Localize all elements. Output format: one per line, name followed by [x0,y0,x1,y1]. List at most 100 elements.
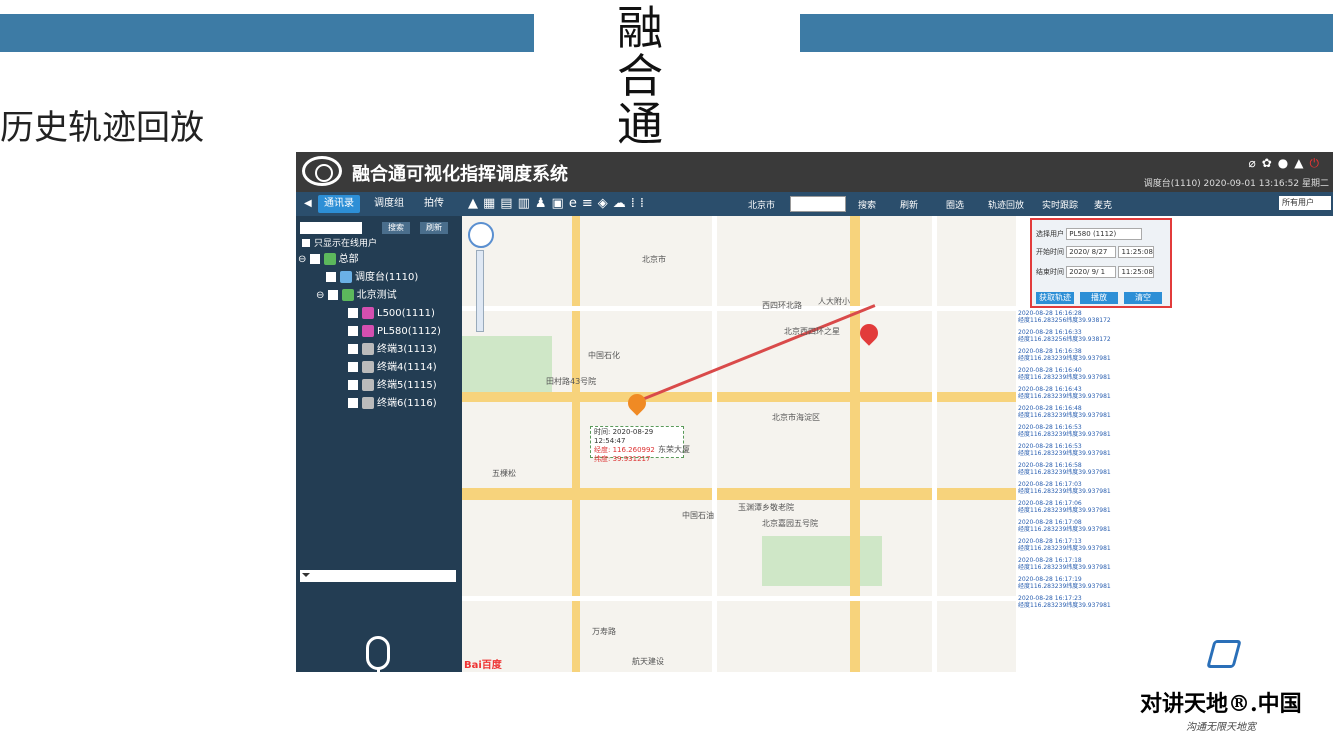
select-button[interactable]: 圈选 [946,198,964,211]
gear-icon[interactable]: ✿ [1262,156,1278,170]
city-label: 北京市 [748,201,776,211]
poi-label: 航天建设 [632,657,664,666]
poi-label: 中国石油 [682,511,714,520]
fetch-track-button[interactable]: 获取轨迹 [1036,292,1074,304]
log-coords: 经度116.283239纬度39.937981 [1018,412,1111,419]
search-button[interactable]: 搜索 [858,198,876,211]
tree-item-terminal[interactable]: PL580(1112) [348,324,441,340]
clear-button[interactable]: 清空 [1124,292,1162,304]
app-logo-icon [302,156,342,186]
map-attribution: Bai百度 [464,660,502,671]
tree-item-terminal[interactable]: 终端6(1116) [348,396,437,412]
map-tool-icons[interactable]: ▲▦▤▥♟▣e≡◈☁⁞⁞ [468,196,649,211]
power-icon[interactable]: ⏻ [1310,156,1326,170]
user-offline-icon [362,379,374,391]
city-search-input[interactable] [790,196,846,212]
log-entry: 2020-08-28 16:16:53 经度116.283239纬度39.9379… [1018,424,1168,438]
contact-search-button[interactable]: 搜索 [382,222,410,234]
minimize-icon[interactable]: ● [1278,156,1294,170]
park-area [462,336,552,396]
log-entry: 2020-08-28 16:17:19 经度116.283239纬度39.9379… [1018,576,1168,590]
log-entry: 2020-08-28 16:17:06 经度116.283239纬度39.9379… [1018,500,1168,514]
start-time-field[interactable]: 11:25:08 [1118,246,1155,258]
user-offline-icon [362,361,374,373]
window-controls[interactable]: ⌀✿●▲⏻ [1248,156,1325,171]
contact-refresh-button[interactable]: 刷新 [420,222,448,234]
log-coords: 经度116.283239纬度39.937981 [1018,507,1111,514]
log-time: 2020-08-28 16:17:08 [1018,519,1082,526]
log-time: 2020-08-28 16:17:03 [1018,481,1082,488]
log-coords: 经度116.283239纬度39.937981 [1018,583,1111,590]
log-time: 2020-08-28 16:16:53 [1018,443,1082,450]
log-entry: 2020-08-28 16:16:53 经度116.283239纬度39.9379… [1018,443,1168,457]
poi-label: 北京嘉园五号院 [762,519,818,528]
end-time-field[interactable]: 11:25:08 [1118,266,1155,278]
user-select[interactable]: PL580 (1112) [1066,228,1143,240]
online-only-checkbox[interactable]: 只显示在线用户 [302,236,377,252]
tab-groups[interactable]: 调度组 [368,195,410,213]
tree-item-terminal[interactable]: 终端3(1113) [348,342,437,358]
log-time: 2020-08-28 16:17:13 [1018,538,1082,545]
brand-logo: 对讲天地®.中国 沟通无限天地宽 [1140,640,1330,740]
tree-item-beijing[interactable]: ⊖ 北京测试 [316,288,397,304]
monitor-icon [340,271,352,283]
chat-icon: ☁ [612,196,631,211]
log-time: 2020-08-28 16:16:33 [1018,329,1082,336]
log-entry: 2020-08-28 16:17:13 经度116.283239纬度39.9379… [1018,538,1168,552]
user-filter-select[interactable]: 所有用户 [1279,196,1331,210]
log-entry: 2020-08-28 16:16:38 经度116.283239纬度39.9379… [1018,348,1168,362]
end-marker-icon[interactable] [856,320,882,346]
header-bar-right [800,14,1333,52]
poi-label: 五棵松 [492,469,516,478]
brand-slogan: 沟通无限天地宽 [1186,722,1256,733]
zoom-slider[interactable] [476,250,484,332]
settings-icon: ≡ [581,196,598,211]
log-entry: 2020-08-28 16:16:43 经度116.283239纬度39.9379… [1018,386,1168,400]
microphone-icon[interactable] [366,636,390,672]
poi-label: 人大附小 [818,297,850,306]
log-entry: 2020-08-28 16:17:23 经度116.283239纬度39.9379… [1018,595,1168,609]
log-time: 2020-08-28 16:16:53 [1018,424,1082,431]
lock-icon[interactable]: ▲ [1294,156,1309,170]
tree-item-terminal[interactable]: 终端5(1115) [348,378,437,394]
log-time: 2020-08-28 16:16:48 [1018,405,1082,412]
page-title: 融合通 [617,4,663,146]
compass-icon[interactable]: ⌀ [1248,156,1261,170]
end-date-field[interactable]: 2020/ 9/ 1 [1066,266,1117,278]
tree-item-terminal[interactable]: L500(1111) [348,306,435,322]
log-coords: 经度116.283239纬度39.937981 [1018,526,1111,533]
log-time: 2020-08-28 16:17:23 [1018,595,1082,602]
tree-item-terminal[interactable]: 终端4(1114) [348,360,437,376]
realtime-track-button[interactable]: 实时跟踪 [1042,198,1078,211]
map-view[interactable]: 时间: 2020-08-29 12:54:47 经度: 116.260992 纬… [462,216,1016,672]
log-entry: 2020-08-28 16:16:40 经度116.283239纬度39.9379… [1018,367,1168,381]
status-text: 调度台(1110) 2020-09-01 13:16:52 星期二 [1143,179,1329,189]
brand-mark-icon [1206,640,1242,668]
start-date-field[interactable]: 2020/ 8/27 [1066,246,1117,258]
sidebar-bottom-select[interactable] [300,570,456,582]
poi-label: 西四环北路 [762,301,802,310]
app-name: 融合通可视化指挥调度系统 [352,164,568,185]
triangle-icon: ▲ [468,196,483,211]
log-coords: 经度116.283239纬度39.937981 [1018,545,1111,552]
log-time: 2020-08-28 16:16:43 [1018,386,1082,393]
mic-button[interactable]: 麦克 [1094,198,1112,211]
refresh-button[interactable]: 刷新 [900,198,918,211]
main-road [572,216,580,672]
play-button[interactable]: 播放 [1080,292,1118,304]
tree-item-dispatcher[interactable]: 调度台(1110) [326,270,418,286]
app-screenshot: 融合通可视化指挥调度系统 ⌀✿●▲⏻ 调度台(1110) 2020-09-01 … [296,152,1333,672]
grid-icon: ⁞⁞ [630,196,650,211]
tab-photo[interactable]: 拍传 [418,195,450,213]
track-playback-button[interactable]: 轨迹回放 [988,198,1024,211]
tab-contacts[interactable]: 通讯录 [318,195,360,213]
log-entry: 2020-08-28 16:16:58 经度116.283239纬度39.9379… [1018,462,1168,476]
zoom-control[interactable] [468,222,494,248]
tabs-back-icon[interactable]: ◀ [298,195,318,213]
tree-item-hq[interactable]: ⊖ 总部 [298,252,359,268]
collapse-icon: ⊖ [316,290,325,301]
contact-search-input[interactable] [300,222,362,234]
poi-label: 中国石化 [588,351,620,360]
document-icon: ▣ [551,196,569,211]
contacts-sidebar: 搜索 刷新 只显示在线用户 ⊖ 总部 调度台(1110) ⊖ 北京测试 L500… [296,216,462,672]
